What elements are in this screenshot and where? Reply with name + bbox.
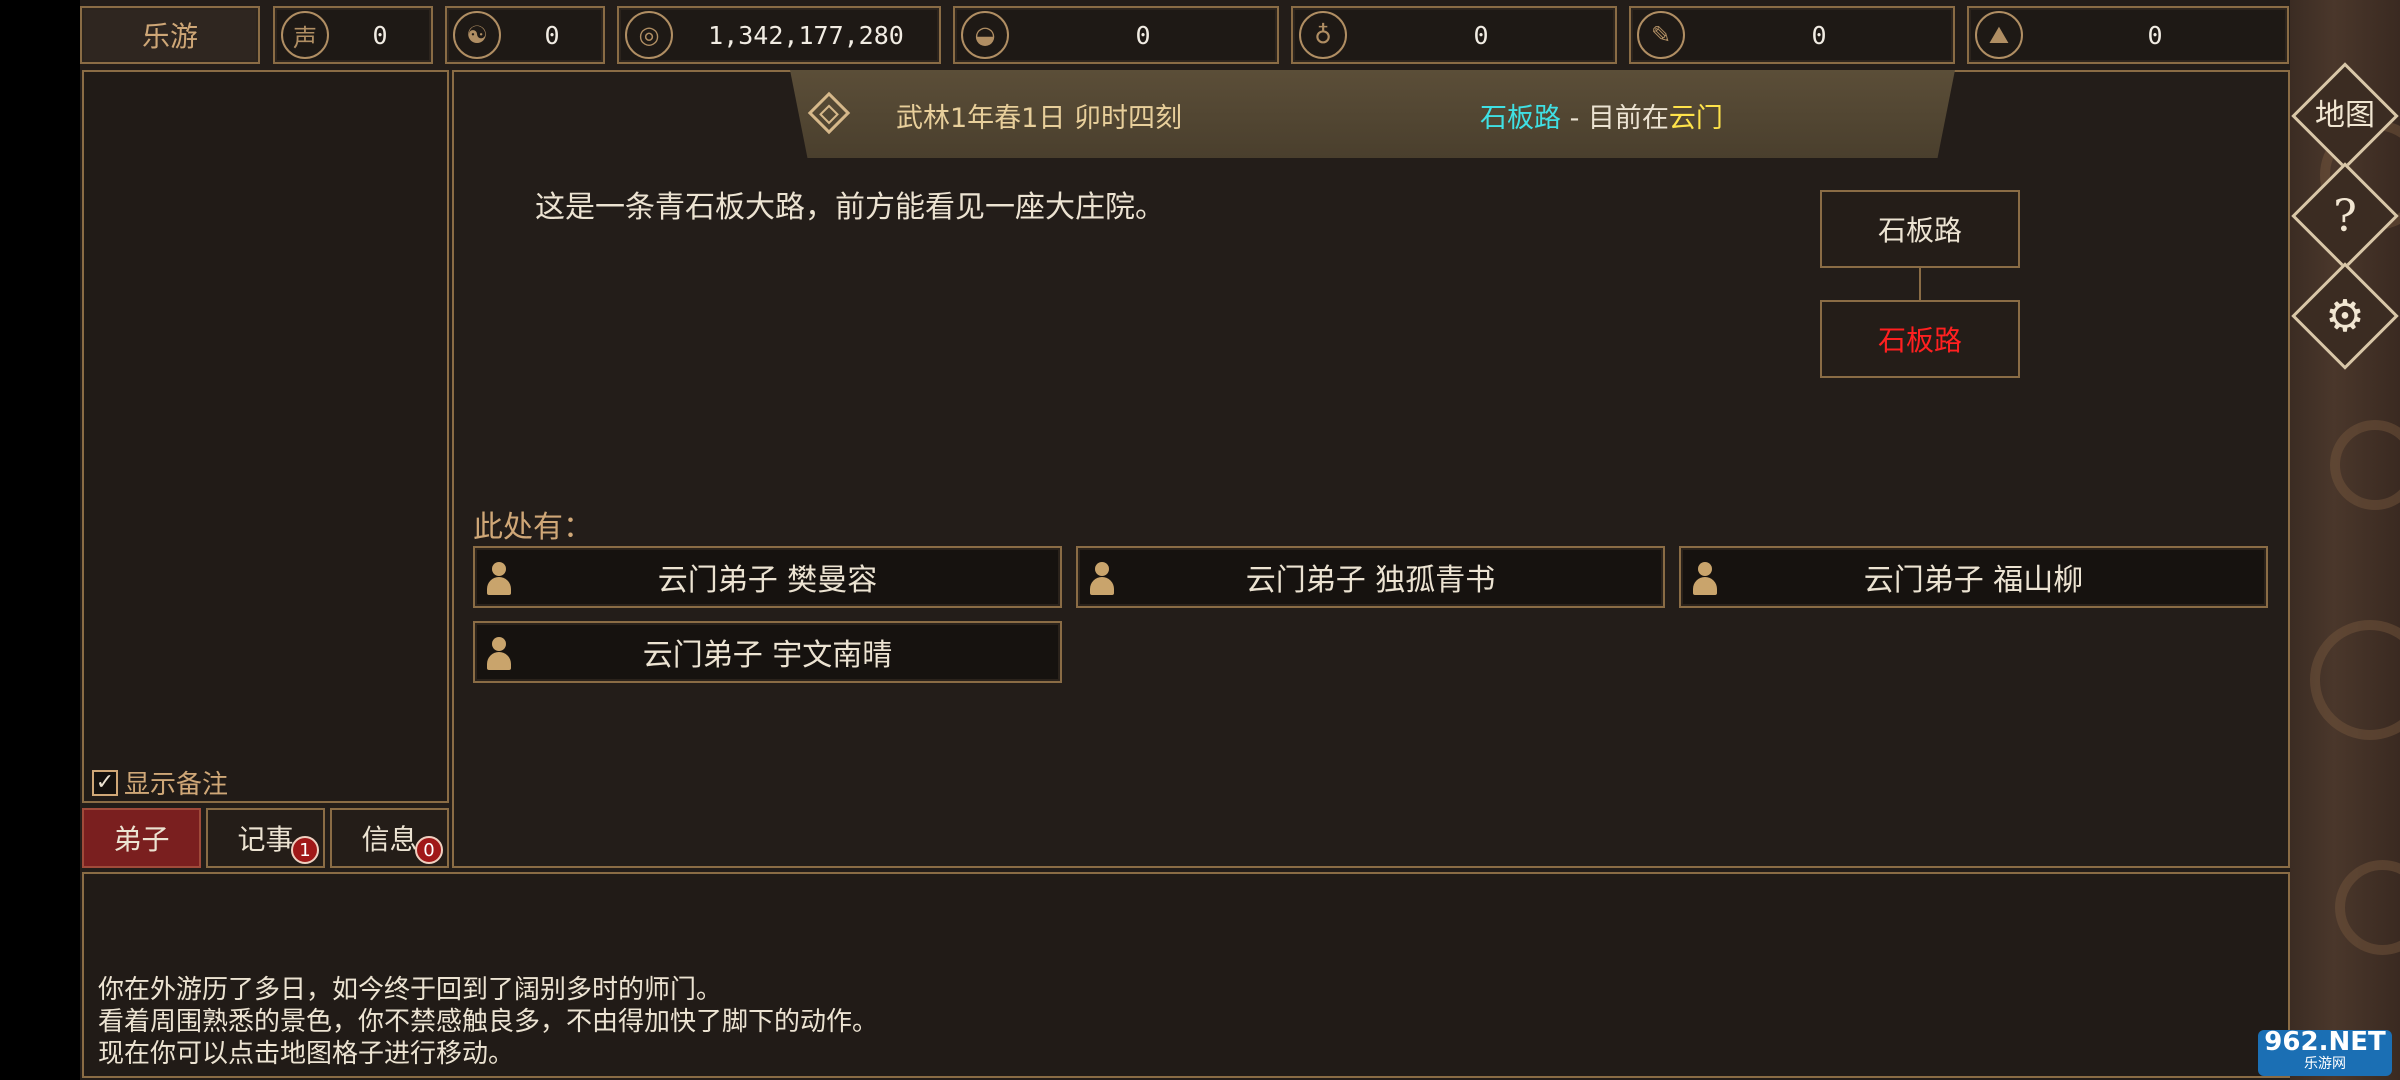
log-line: 你在外游历了多日，如今终于回到了阔别多时的师门。 — [98, 975, 723, 1005]
coin-icon: ◎ — [625, 11, 673, 59]
log-line: 现在你可以点击地图格子进行移动。 — [98, 1039, 515, 1069]
map-connector — [1919, 268, 1921, 300]
map-cell-label: 石板路 — [1877, 214, 1962, 247]
show-notes-label: 显示备注 — [124, 770, 229, 800]
sect-name: 云门 — [1668, 103, 1723, 134]
resource-bar: 乐游 声 0 ☯ 0 ◎ 1,342,177,280 ◒ 0 ♁ 0 ✎ 0 ⛰… — [80, 4, 2290, 64]
ore-value: 0 — [2147, 20, 2163, 50]
show-notes-toggle[interactable]: ✓ 显示备注 — [92, 764, 228, 801]
checkbox-icon[interactable]: ✓ — [92, 769, 118, 796]
journal-count-badge: 1 — [291, 836, 319, 864]
game-screen: 乐游 声 0 ☯ 0 ◎ 1,342,177,280 ◒ 0 ♁ 0 ✎ 0 ⛰… — [0, 0, 2400, 1080]
npc-button[interactable]: 云门弟子 宇文南晴 — [473, 621, 1062, 683]
left-tabs: 弟子 记事 1 信息 0 — [82, 808, 449, 868]
tab-label: 信息 — [361, 823, 418, 856]
npc-name: 云门弟子 独孤青书 — [1245, 563, 1496, 598]
coin-counter: ◎ 1,342,177,280 — [617, 6, 941, 64]
calendar-icon — [807, 91, 851, 135]
reputation-icon: 声 — [281, 11, 329, 59]
yin-yang-icon: ☯ — [453, 11, 501, 59]
npc-name: 云门弟子 宇文南晴 — [642, 638, 893, 673]
scroll-value: 0 — [1811, 20, 1827, 50]
log-line: 看着周围熟悉的景色，你不禁感触良多，不由得加快了脚下的动作。 — [98, 1007, 879, 1037]
herb-counter: ♁ 0 — [1291, 6, 1617, 64]
time-location-banner: 武林1年春1日 卯时四刻 石板路 - 目前在云门 — [790, 70, 1955, 158]
person-icon — [1691, 562, 1719, 596]
log-lines: 你在外游历了多日，如今终于回到了阔别多时的师门。 看着周围熟悉的景色，你不禁感触… — [98, 974, 878, 1070]
game-date: 武林1年春1日 卯时四刻 — [896, 103, 1182, 134]
watermark-line2: 乐游网 — [2304, 1056, 2346, 1072]
gourd-icon: ♁ — [1299, 11, 1347, 59]
coin-value: 1,342,177,280 — [708, 20, 904, 50]
map-cell-current[interactable]: 石板路 — [1820, 300, 2020, 378]
location-description: 这是一条青石板大路，前方能看见一座大庄院。 — [535, 190, 1165, 225]
map-cell-north[interactable]: 石板路 — [1820, 190, 2020, 268]
tab-label: 弟子 — [113, 823, 170, 856]
npc-button[interactable]: 云门弟子 樊曼容 — [473, 546, 1062, 608]
food-value: 0 — [1135, 20, 1151, 50]
ore-icon: ⛰ — [1975, 11, 2023, 59]
npc-name: 云门弟子 福山柳 — [1863, 563, 2084, 598]
help-icon: ? — [2333, 190, 2357, 242]
yin-yang-counter: ☯ 0 — [445, 6, 605, 64]
account-label: 乐游 — [141, 20, 198, 53]
tab-disciples[interactable]: 弟子 — [82, 808, 201, 868]
left-margin — [0, 0, 80, 1080]
disciple-panel: ✓ 显示备注 — [82, 70, 449, 803]
npc-button[interactable]: 云门弟子 独孤青书 — [1076, 546, 1665, 608]
yin-yang-value: 0 — [544, 20, 560, 50]
person-icon — [485, 637, 513, 671]
location-name: 石板路 — [1480, 103, 1561, 134]
current-location: 石板路 - 目前在云门 — [1480, 96, 1723, 135]
food-counter: ◒ 0 — [953, 6, 1279, 64]
messages-count-badge: 0 — [415, 836, 443, 864]
tab-journal[interactable]: 记事 1 — [206, 808, 325, 868]
npc-button[interactable]: 云门弟子 福山柳 — [1679, 546, 2268, 608]
account-button[interactable]: 乐游 — [80, 6, 260, 64]
message-log: 你在外游历了多日，如今终于回到了阔别多时的师门。 看着周围熟悉的景色，你不禁感触… — [82, 872, 2290, 1078]
location-separator: - 目前在 — [1561, 103, 1669, 134]
watermark-line1: 962.NET — [2264, 1027, 2386, 1057]
map-label: 地图 — [2315, 98, 2375, 133]
gear-icon: ⚙ — [2325, 290, 2365, 342]
npc-name: 云门弟子 樊曼容 — [657, 563, 878, 598]
mini-map: 石板路 石板路 — [1820, 190, 2020, 380]
site-watermark-logo: 962.NET 乐游网 — [2258, 1027, 2392, 1076]
map-cell-label: 石板路 — [1877, 324, 1962, 357]
reputation-value: 0 — [372, 20, 388, 50]
reputation-counter: 声 0 — [273, 6, 433, 64]
food-bowl-icon: ◒ — [961, 11, 1009, 59]
person-icon — [485, 562, 513, 596]
scroll-counter: ✎ 0 — [1629, 6, 1955, 64]
ore-counter: ⛰ 0 — [1967, 6, 2289, 64]
tab-messages[interactable]: 信息 0 — [330, 808, 449, 868]
person-icon — [1088, 562, 1116, 596]
scroll-icon: ✎ — [1637, 11, 1685, 59]
present-characters-label: 此处有： — [473, 510, 593, 545]
tab-label: 记事 — [237, 823, 294, 856]
herb-value: 0 — [1473, 20, 1489, 50]
